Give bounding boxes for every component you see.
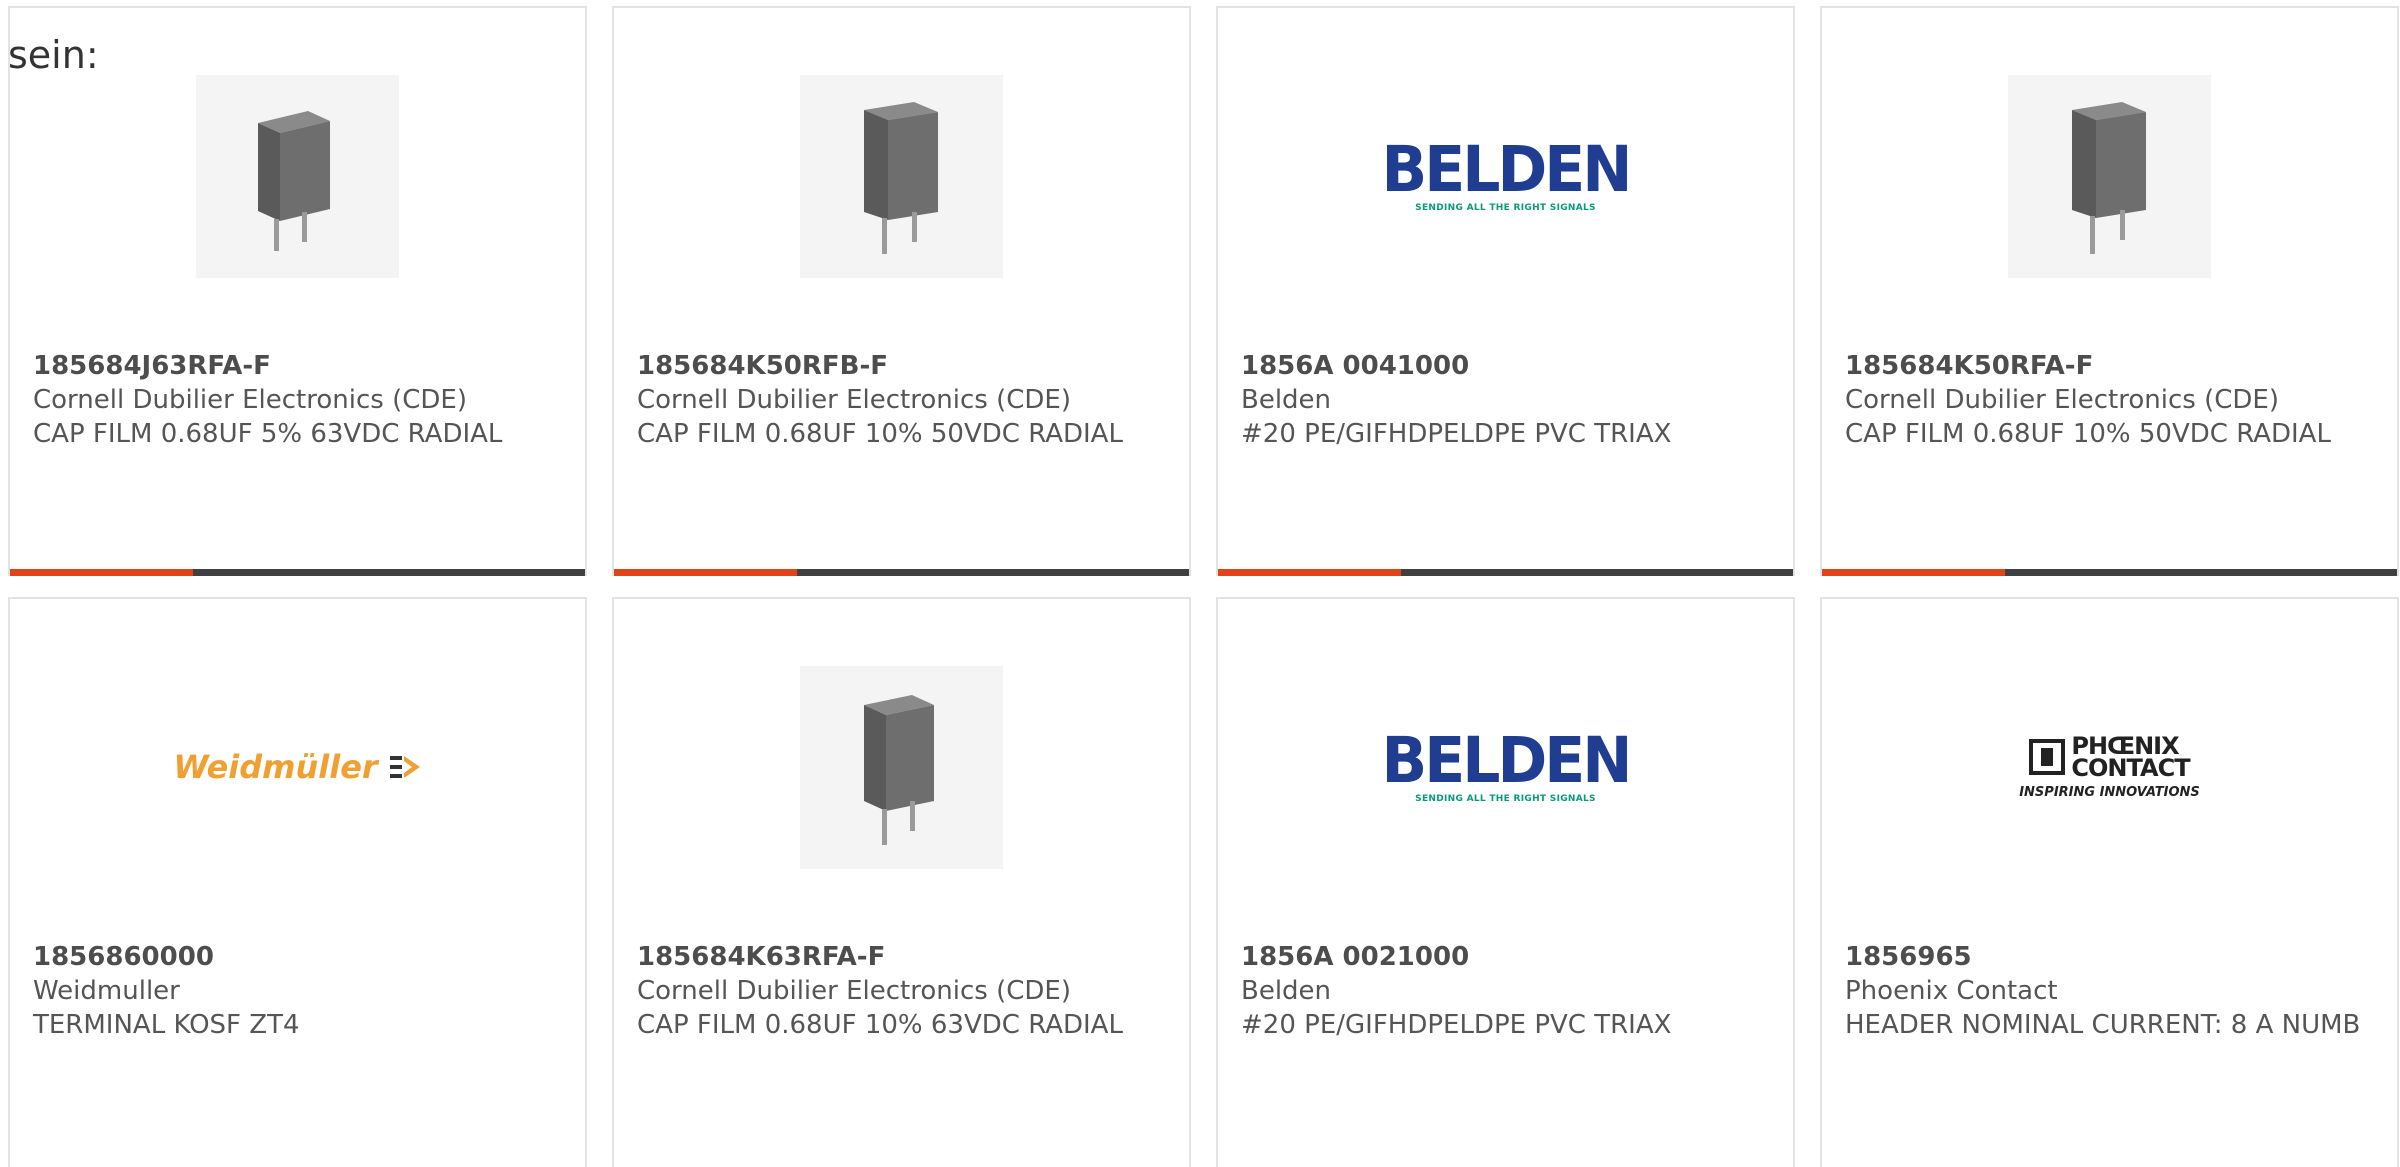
card-bottom-bar [1218, 569, 1793, 576]
product-image[interactable] [614, 68, 1189, 284]
manufacturer: Cornell Dubilier Electronics (CDE) [637, 976, 1071, 1006]
product-card[interactable]: 185684K50RFB-F Cornell Dubilier Electron… [612, 6, 1191, 576]
accent-bar [1218, 569, 1401, 576]
accent-bar [1822, 569, 2005, 576]
description: CAP FILM 0.68UF 5% 63VDC RADIAL [33, 419, 503, 449]
accent-bar [614, 569, 797, 576]
product-image[interactable]: PHŒNIX CONTACT INSPIRING INNOVATIONS [1822, 659, 2397, 875]
product-card[interactable]: 185684J63RFA-F Cornell Dubilier Electron… [8, 6, 587, 576]
belden-logo-text: BELDEN [1381, 723, 1633, 798]
product-image[interactable] [10, 68, 585, 284]
part-number[interactable]: 185684K63RFA-F [637, 940, 1166, 974]
capacitor-icon [800, 74, 1003, 278]
part-number[interactable]: 185684K50RFB-F [637, 349, 1166, 383]
part-number[interactable]: 1856A 0041000 [1241, 349, 1770, 383]
manufacturer: Cornell Dubilier Electronics (CDE) [1845, 385, 2279, 415]
phoenix-logo-tagline: INSPIRING INNOVATIONS [2019, 784, 2200, 800]
product-info: 185684K63RFA-F Cornell Dubilier Electron… [637, 940, 1166, 1042]
product-info: 1856965 Phoenix Contact HEADER NOMINAL C… [1845, 940, 2374, 1042]
manufacturer: Cornell Dubilier Electronics (CDE) [33, 385, 467, 415]
weidmuller-logo-text: Weidmüller [173, 748, 378, 786]
product-info: 1856A 0041000 Belden #20 PE/GIFHDPELDPE … [1241, 349, 1770, 451]
product-info: 185684J63RFA-F Cornell Dubilier Electron… [33, 349, 562, 451]
description: #20 PE/GIFHDPELDPE PVC TRIAX [1241, 1010, 1672, 1040]
weidmuller-logo: Weidmüller [173, 748, 421, 786]
part-number[interactable]: 1856860000 [33, 940, 562, 974]
part-number[interactable]: 185684K50RFA-F [1845, 349, 2374, 383]
accent-bar [10, 569, 193, 576]
phoenix-logo-line2: CONTACT [2071, 753, 2190, 782]
product-info: 1856A 0021000 Belden #20 PE/GIFHDPELDPE … [1241, 940, 1770, 1042]
product-image[interactable]: Weidmüller [10, 659, 585, 875]
product-info: 1856860000 Weidmuller TERMINAL KOSF ZT4 [33, 940, 562, 1042]
card-bottom-bar [614, 569, 1189, 576]
manufacturer: Weidmuller [33, 976, 180, 1006]
description: CAP FILM 0.68UF 10% 50VDC RADIAL [1845, 419, 2331, 449]
phoenix-contact-logo: PHŒNIX CONTACT INSPIRING INNOVATIONS [2019, 734, 2200, 800]
belden-logo-text: BELDEN [1381, 132, 1633, 207]
product-grid: 185684J63RFA-F Cornell Dubilier Electron… [8, 6, 2399, 1167]
description: #20 PE/GIFHDPELDPE PVC TRIAX [1241, 419, 1672, 449]
capacitor-icon [2008, 74, 2211, 278]
product-card[interactable]: 185684K63RFA-F Cornell Dubilier Electron… [612, 597, 1191, 1167]
belden-logo: BELDEN SENDING ALL THE RIGHT SIGNALS [1381, 132, 1633, 213]
weidmuller-mark-icon [389, 756, 420, 778]
product-info: 185684K50RFB-F Cornell Dubilier Electron… [637, 349, 1166, 451]
product-image[interactable] [614, 659, 1189, 875]
product-card[interactable]: 185684K50RFA-F Cornell Dubilier Electron… [1820, 6, 2399, 576]
manufacturer: Belden [1241, 385, 1332, 415]
product-card[interactable]: PHŒNIX CONTACT INSPIRING INNOVATIONS 185… [1820, 597, 2399, 1167]
manufacturer: Phoenix Contact [1845, 976, 2058, 1006]
product-image[interactable]: BELDEN SENDING ALL THE RIGHT SIGNALS [1218, 68, 1793, 284]
description: CAP FILM 0.68UF 10% 50VDC RADIAL [637, 419, 1123, 449]
product-image[interactable]: BELDEN SENDING ALL THE RIGHT SIGNALS [1218, 659, 1793, 875]
card-bottom-bar [10, 569, 585, 576]
product-card[interactable]: BELDEN SENDING ALL THE RIGHT SIGNALS 185… [1216, 6, 1795, 576]
part-number[interactable]: 185684J63RFA-F [33, 349, 562, 383]
description: HEADER NOMINAL CURRENT: 8 A NUMB [1845, 1010, 2361, 1040]
manufacturer: Belden [1241, 976, 1332, 1006]
product-card[interactable]: BELDEN SENDING ALL THE RIGHT SIGNALS 185… [1216, 597, 1795, 1167]
capacitor-icon [196, 74, 399, 278]
capacitor-icon [800, 665, 1003, 869]
belden-logo: BELDEN SENDING ALL THE RIGHT SIGNALS [1381, 723, 1633, 804]
description: TERMINAL KOSF ZT4 [33, 1010, 300, 1040]
card-bottom-bar [1822, 569, 2397, 576]
part-number[interactable]: 1856A 0021000 [1241, 940, 1770, 974]
product-image[interactable] [1822, 68, 2397, 284]
product-card[interactable]: Weidmüller 1856860000 Weidmuller TERMINA… [8, 597, 587, 1167]
part-number[interactable]: 1856965 [1845, 940, 2374, 974]
page-heading: sein: [8, 33, 99, 77]
product-info: 185684K50RFA-F Cornell Dubilier Electron… [1845, 349, 2374, 451]
description: CAP FILM 0.68UF 10% 63VDC RADIAL [637, 1010, 1123, 1040]
manufacturer: Cornell Dubilier Electronics (CDE) [637, 385, 1071, 415]
phoenix-mark-icon [2029, 738, 2066, 775]
